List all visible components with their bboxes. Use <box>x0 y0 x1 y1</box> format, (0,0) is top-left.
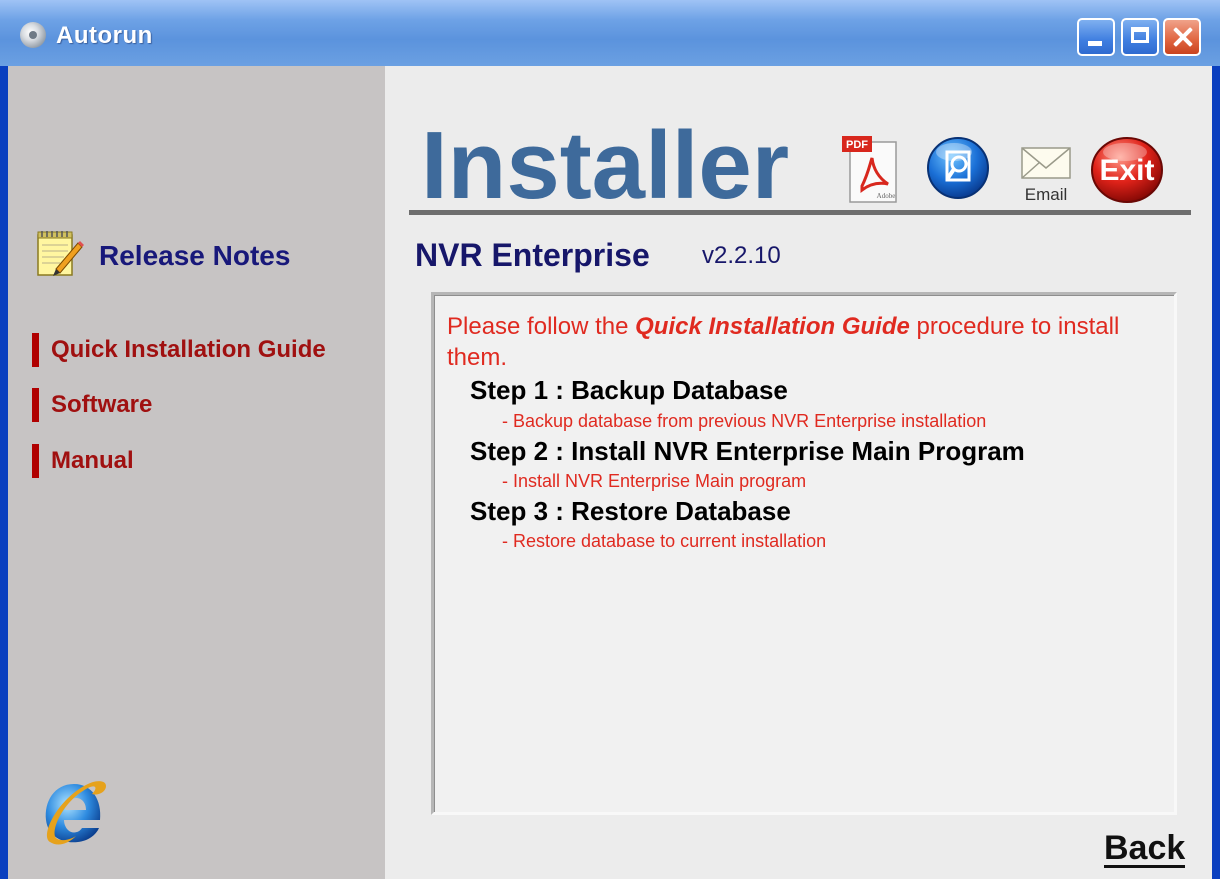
step-2-description: - Install NVR Enterprise Main program <box>502 471 807 491</box>
header-divider <box>409 210 1191 215</box>
release-notes-link[interactable]: Release Notes <box>99 240 290 272</box>
nav-label: Quick Installation Guide <box>51 336 326 363</box>
disc-icon <box>20 22 46 48</box>
step-3-description: - Restore database to current installati… <box>502 531 827 551</box>
autorun-window: Autorun Release Notes Quick Installation… <box>0 0 1220 879</box>
nav-item-software[interactable]: Software <box>32 387 152 423</box>
ie-icon[interactable] <box>36 772 110 848</box>
window-title: Autorun <box>56 22 153 49</box>
client-area: Release Notes Quick Installation Guide S… <box>8 66 1212 879</box>
back-link[interactable]: Back <box>1104 831 1186 868</box>
email-caption: Email <box>1025 185 1068 204</box>
product-version: v2.2.10 <box>702 242 781 269</box>
installer-logo: Installer <box>421 112 790 219</box>
nav-item-quick-installation-guide[interactable]: Quick Installation Guide <box>32 332 326 368</box>
step-1-title: Step 1 : Backup Database <box>470 375 788 405</box>
exit-label: Exit <box>1099 154 1154 187</box>
intro-text: Please follow the Quick Installation Gui… <box>447 311 1147 373</box>
nav-marker <box>32 388 39 422</box>
step-2-title: Step 2 : Install NVR Enterprise Main Pro… <box>470 436 1025 466</box>
maximize-button[interactable] <box>1121 18 1159 56</box>
intro-prefix: Please follow the <box>447 313 636 340</box>
intro-emphasis: Quick Installation Guide <box>635 313 910 340</box>
main-panel: Installer PDF Adobe Email Exit NVR Enter… <box>385 66 1212 879</box>
step-3-title: Step 3 : Restore Database <box>470 496 791 526</box>
notepad-pencil-icon[interactable] <box>34 229 84 279</box>
email-icon[interactable]: Email <box>1016 142 1076 206</box>
exit-button[interactable]: Exit <box>1090 136 1164 204</box>
pdf-badge: PDF <box>846 139 868 151</box>
product-name: NVR Enterprise <box>415 237 650 273</box>
minimize-button[interactable] <box>1077 18 1115 56</box>
close-button[interactable] <box>1163 18 1201 56</box>
search-document-icon[interactable] <box>926 136 990 200</box>
guide-panel: Please follow the Quick Installation Gui… <box>431 292 1177 815</box>
nav-marker <box>32 333 39 367</box>
sidebar: Release Notes Quick Installation Guide S… <box>8 66 385 879</box>
step-1-description: - Backup database from previous NVR Ente… <box>502 411 987 431</box>
title-bar[interactable]: Autorun <box>0 0 1220 66</box>
pdf-caption: Adobe <box>877 192 896 200</box>
nav-marker <box>32 444 39 478</box>
nav-item-manual[interactable]: Manual <box>32 443 134 479</box>
pdf-icon[interactable]: PDF Adobe <box>840 134 902 206</box>
nav-label: Manual <box>51 447 134 474</box>
nav-label: Software <box>51 391 153 418</box>
